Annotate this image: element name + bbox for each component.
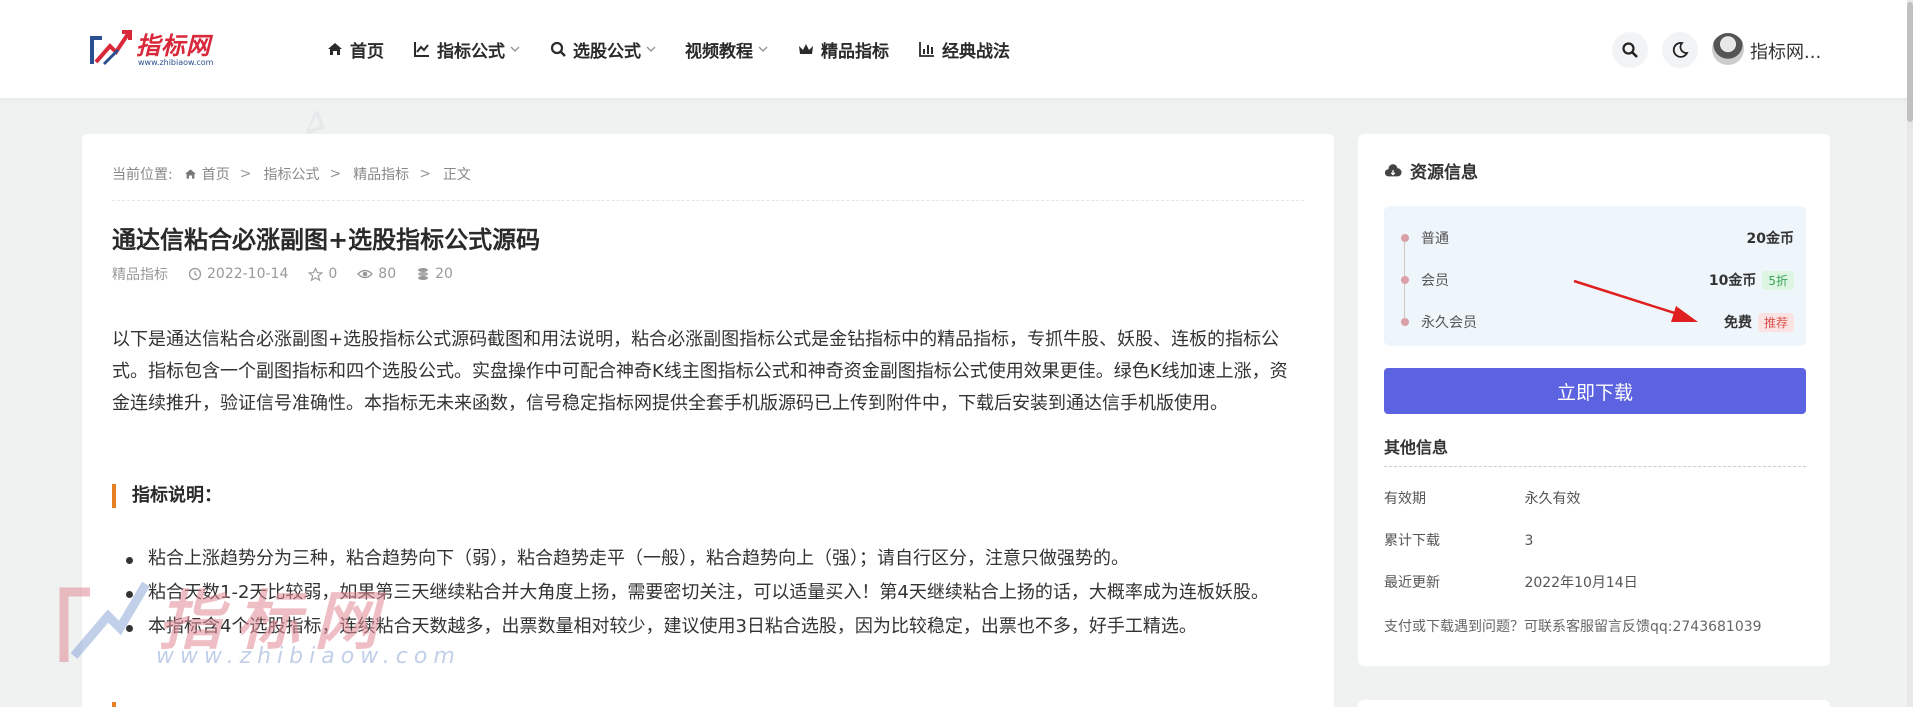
coin-count: 20 [416, 266, 453, 282]
resource-info-title-text: 资源信息 [1410, 163, 1478, 183]
breadcrumb-separator: > [329, 166, 342, 182]
nav-label: 指标公式 [437, 41, 505, 62]
info-row-updated: 最近更新 2022年10月14日 [1384, 572, 1638, 592]
breadcrumb-item-indicator-formula[interactable]: 指标公式 [263, 164, 319, 184]
home-icon [184, 169, 196, 179]
category-link[interactable]: 精品指标 [112, 264, 168, 284]
search-icon [1622, 42, 1638, 58]
user-name[interactable]: 指标网... [1750, 38, 1821, 64]
price-value: 20金币 [1746, 231, 1794, 247]
section-heading: 指标说明： [112, 484, 222, 508]
info-value: 2022年10月14日 [1524, 575, 1638, 591]
divider [1384, 466, 1806, 467]
view-count-text: 80 [378, 266, 397, 282]
indicator-notes-list: 粘合上涨趋势分为三种，粘合趋势向下（弱），粘合趋势走平（一般），粘合趋势向上（强… [112, 544, 1302, 646]
search-button[interactable] [1612, 32, 1648, 68]
coin-count-text: 20 [435, 266, 453, 282]
article-card: 当前位置: 首页 > 指标公式 > 精品指标 > 正文 通达信粘合必涨副图+选股… [82, 134, 1334, 707]
breadcrumb-separator: > [419, 166, 431, 182]
logo-mark-icon [90, 30, 132, 66]
list-item: 粘合上涨趋势分为三种，粘合趋势向下（弱），粘合趋势走平（一般），粘合趋势向上（强… [112, 544, 1302, 574]
date-text: 2022-10-14 [207, 266, 289, 282]
like-count-text: 0 [328, 266, 338, 282]
discount-badge: 5折 [1762, 270, 1794, 290]
next-section-marker [112, 702, 116, 707]
next-sidebar-card [1358, 700, 1830, 707]
page-title: 通达信粘合必涨副图+选股指标公式源码 [112, 226, 541, 254]
article-intro: 以下是通达信粘合必涨副图+选股指标公式源码截图和用法说明，粘合必涨副图指标公式是… [112, 329, 1288, 414]
nav-label: 经典战法 [942, 41, 1010, 62]
price-value: 免费 [1723, 315, 1752, 331]
info-row-downloads: 累计下载 3 [1384, 530, 1533, 550]
recommend-badge: 推荐 [1757, 312, 1794, 332]
clock-icon [188, 267, 202, 281]
scrollbar-thumb[interactable] [1907, 2, 1913, 122]
breadcrumb-item-current: 正文 [442, 167, 471, 183]
moon-icon [1672, 42, 1689, 58]
chevron-down-icon [758, 46, 768, 53]
help-text: 支付或下载遇到问题？可联系客服留言反馈qq:2743681039 [1384, 619, 1762, 635]
like-count[interactable]: 0 [308, 266, 337, 282]
chevron-down-icon [646, 46, 656, 53]
timeline-dot [1401, 276, 1409, 284]
price-value: 10金币 [1708, 273, 1757, 289]
price-box: 普通 20金币 会员 10金币 5折 永久会员 免费 推荐 [1384, 206, 1806, 346]
page-scrollbar[interactable] [1907, 0, 1913, 707]
breadcrumb-item-premium-indicator[interactable]: 精品指标 [353, 164, 409, 184]
site-logo[interactable]: 指标网 www.zhibiaow.com [88, 24, 238, 72]
crown-icon [799, 44, 813, 54]
search-icon [550, 41, 566, 57]
view-count: 80 [357, 266, 396, 282]
breadcrumb: 当前位置: 首页 > 指标公式 > 精品指标 > 正文 [112, 164, 481, 184]
chart-line-icon [414, 42, 429, 57]
site-header: 指标网 www.zhibiaow.com 首页 指标公式 选股公式 视频教程 精… [0, 0, 1913, 98]
resource-info-card: 资源信息 普通 20金币 会员 10金币 5折 永久会员 免费 推荐 立即下载 … [1358, 134, 1830, 666]
price-label: 普通 [1421, 231, 1449, 247]
star-icon [308, 266, 324, 282]
chevron-down-icon [510, 46, 520, 53]
timeline-dot [1401, 234, 1409, 242]
breadcrumb-item-home[interactable]: 首页 [202, 164, 230, 184]
resource-info-title: 资源信息 [1384, 158, 1478, 183]
main-nav: 首页 指标公式 选股公式 视频教程 精品指标 经典战法 [326, 36, 1039, 62]
publish-date: 2022-10-14 [188, 266, 288, 282]
nav-item-indicator-formula[interactable]: 指标公式 [413, 36, 520, 62]
cloud-download-icon [1384, 163, 1402, 176]
timeline-dot [1401, 318, 1409, 326]
nav-item-video-tutorial[interactable]: 视频教程 [685, 36, 768, 62]
divider [112, 200, 1304, 201]
breadcrumb-separator: > [239, 166, 252, 182]
home-icon [328, 43, 342, 55]
nav-item-premium-indicator[interactable]: 精品指标 [797, 36, 889, 62]
breadcrumb-prefix: 当前位置: [112, 167, 173, 183]
dark-mode-toggle[interactable] [1662, 32, 1698, 68]
download-button[interactable]: 立即下载 [1384, 368, 1806, 414]
info-value: 3 [1524, 533, 1534, 549]
info-value: 永久有效 [1524, 491, 1581, 507]
info-key: 有效期 [1384, 491, 1426, 507]
nav-label: 首页 [350, 41, 384, 62]
logo-text: 指标网 [136, 32, 211, 60]
logo-url: www.zhibiaow.com [138, 58, 214, 67]
eye-icon [357, 269, 374, 279]
bar-chart-icon [919, 42, 934, 57]
info-row-validity: 有效期 永久有效 [1384, 488, 1580, 508]
other-info-title: 其他信息 [1384, 438, 1449, 457]
list-item: 粘合天数1-2天比较弱，如果第三天继续粘合并大角度上扬，需要密切关注，可以适量买… [112, 578, 1302, 608]
list-item: 本指标含4个选股指标，连续粘合天数越多，出票数量相对较少，建议使用3日粘合选股，… [112, 612, 1302, 642]
article-meta: 精品指标 2022-10-14 0 80 20 [112, 264, 473, 284]
price-row-normal: 普通 20金币 [1398, 226, 1794, 250]
avatar[interactable] [1712, 33, 1744, 65]
nav-label: 精品指标 [821, 41, 889, 62]
nav-label: 视频教程 [685, 41, 753, 62]
info-key: 最近更新 [1384, 575, 1440, 591]
nav-item-stock-formula[interactable]: 选股公式 [549, 36, 656, 62]
coins-icon [418, 268, 429, 280]
nav-label: 选股公式 [573, 41, 641, 62]
nav-item-home[interactable]: 首页 [326, 36, 384, 62]
info-key: 累计下载 [1384, 533, 1440, 549]
red-arrow-annotation [1573, 279, 1698, 322]
nav-item-classic-tactics[interactable]: 经典战法 [918, 36, 1010, 62]
